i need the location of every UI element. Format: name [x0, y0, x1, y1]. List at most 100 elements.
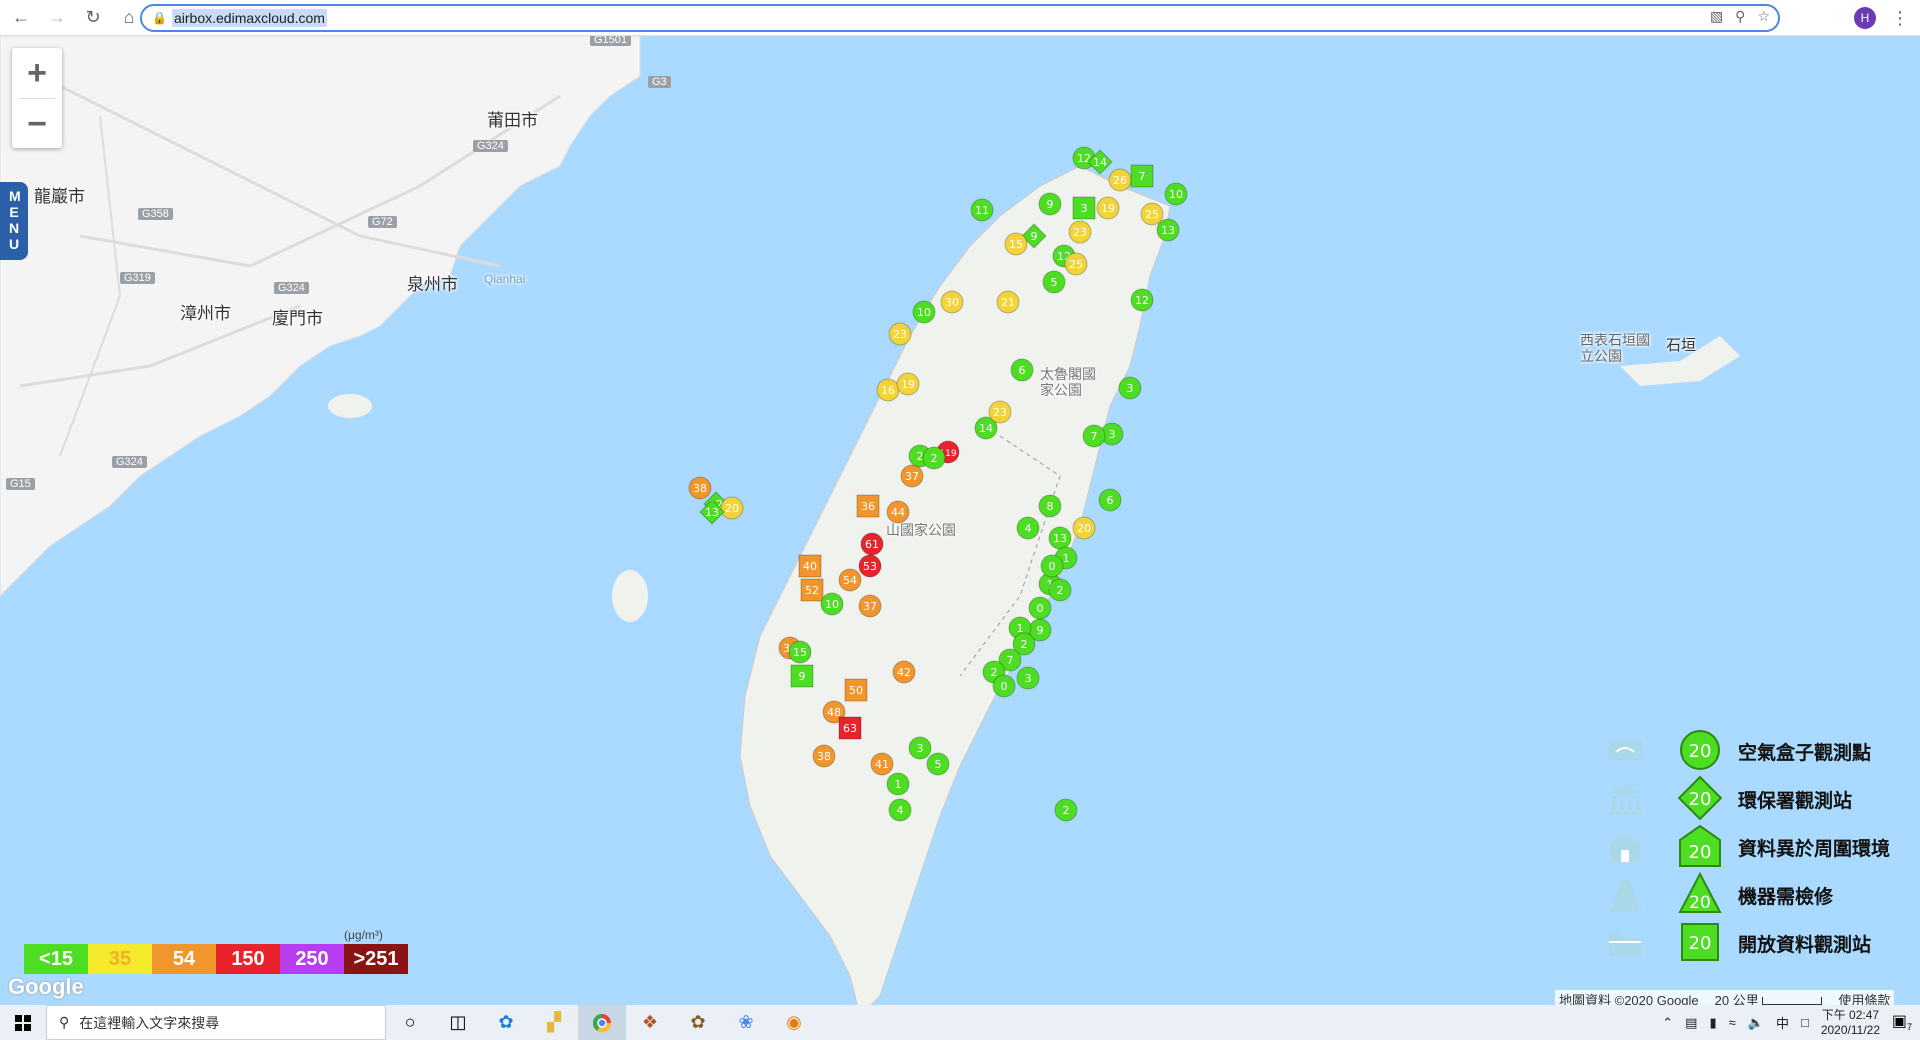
station-marker[interactable]: 6: [1009, 357, 1035, 383]
station-marker[interactable]: 8: [1037, 493, 1063, 519]
url-text[interactable]: airbox.edimaxcloud.com: [172, 9, 327, 27]
reload-icon[interactable]: ↻: [78, 3, 108, 33]
station-marker[interactable]: 7: [1081, 423, 1107, 449]
station-marker[interactable]: 7: [1129, 163, 1155, 189]
app-icon-1[interactable]: ❖: [626, 1005, 674, 1040]
station-marker-value: 23: [893, 328, 907, 341]
legend-circle-marker: 20: [1680, 730, 1720, 770]
station-marker[interactable]: 21: [995, 289, 1021, 315]
cortana-icon[interactable]: ○: [386, 1005, 434, 1040]
scale-distance-label: 20 公里: [1714, 993, 1759, 1005]
station-marker-value: 52: [805, 584, 819, 597]
station-marker[interactable]: 11: [969, 197, 995, 223]
map-canvas[interactable]: 莆田市 龍巖市 泉州市 Qianhai 漳州市 廈門市 太魯閣國家公園 山國家公…: [0, 36, 1920, 1005]
bookmark-star-icon[interactable]: ☆: [1757, 8, 1770, 25]
station-marker[interactable]: 0: [991, 673, 1017, 699]
station-marker[interactable]: 3: [1015, 665, 1041, 691]
network-icon[interactable]: ▤: [1685, 1015, 1697, 1031]
station-marker-value: 40: [803, 560, 817, 573]
task-view-icon[interactable]: ◫: [434, 1005, 482, 1040]
attribution-text[interactable]: 地圖資料 ©2020 Google: [1559, 990, 1699, 1005]
notification-center-icon[interactable]: ▣7: [1892, 1011, 1912, 1032]
station-marker-value: 23: [993, 406, 1007, 419]
station-marker[interactable]: 10: [819, 591, 845, 617]
station-marker[interactable]: 6: [1097, 487, 1123, 513]
legend-house-marker: 20: [1679, 824, 1721, 867]
back-icon[interactable]: ←: [6, 3, 36, 33]
station-marker-value: 10: [917, 306, 931, 319]
clock-time: 下午 02:47: [1821, 1007, 1880, 1022]
highway-shield: G15: [6, 478, 35, 490]
station-marker[interactable]: 40: [797, 553, 823, 579]
station-marker[interactable]: 15: [787, 639, 813, 665]
terms-link[interactable]: 使用條款: [1838, 990, 1890, 1005]
station-marker[interactable]: 30: [939, 289, 965, 315]
station-marker-value: 21: [1001, 296, 1015, 309]
label-zhangzhou: 漳州市: [180, 304, 231, 323]
station-marker[interactable]: 3: [1117, 375, 1143, 401]
station-marker[interactable]: 37: [857, 593, 883, 619]
station-marker-value: 23: [1073, 226, 1087, 239]
address-bar[interactable]: 🔒 airbox.edimaxcloud.com ▧ ⚲ ☆: [140, 4, 1780, 32]
clock-date: 2020/11/22: [1820, 1022, 1880, 1037]
station-marker[interactable]: 25: [1063, 251, 1089, 277]
station-marker[interactable]: 4: [887, 797, 913, 823]
clock[interactable]: 下午 02:47 2020/11/22: [1821, 1008, 1880, 1038]
station-marker[interactable]: 13: [699, 499, 725, 525]
scale-distance[interactable]: 20 公里: [1715, 990, 1823, 1005]
station-marker[interactable]: 2: [921, 445, 947, 471]
tray-chevron-icon[interactable]: ⌃: [1662, 1015, 1673, 1031]
station-marker[interactable]: 19: [1095, 195, 1121, 221]
station-marker[interactable]: 13: [1155, 217, 1181, 243]
forward-icon[interactable]: →: [42, 3, 72, 33]
station-marker[interactable]: 36: [855, 493, 881, 519]
station-marker[interactable]: 12: [1129, 287, 1155, 313]
station-marker[interactable]: 23: [1067, 219, 1093, 245]
station-marker[interactable]: 42: [891, 659, 917, 685]
volume-icon[interactable]: 🔈: [1748, 1015, 1764, 1031]
station-marker-value: 30: [945, 296, 959, 309]
windows-taskbar: ⚲ 在這裡輸入文字來搜尋 ○ ◫ ✿ ▞ ❖ ✿ ❀ ◉ ⌃ ▤ ▮ ≈ 🔈 中…: [0, 1005, 1920, 1040]
station-marker[interactable]: 15: [1003, 231, 1029, 257]
zoom-out-button[interactable]: −: [12, 99, 62, 149]
legend-marker-value: 20: [1689, 842, 1712, 863]
legend-triangle-marker: 20: [1678, 872, 1722, 913]
station-marker[interactable]: 19: [895, 371, 921, 397]
browser-menu-icon[interactable]: ⋮: [1890, 6, 1910, 30]
station-marker[interactable]: 54: [837, 567, 863, 593]
menu-tab[interactable]: MENU: [0, 182, 28, 260]
battery-icon[interactable]: ▮: [1709, 1015, 1716, 1031]
zoom-icon[interactable]: ⚲: [1735, 8, 1745, 25]
station-marker[interactable]: 10: [1163, 181, 1189, 207]
station-marker[interactable]: 10: [911, 299, 937, 325]
file-explorer-icon[interactable]: ▞: [530, 1005, 578, 1040]
station-marker[interactable]: 23: [987, 399, 1013, 425]
station-marker[interactable]: 1: [885, 771, 911, 797]
chrome-icon[interactable]: [578, 1005, 626, 1040]
app-icon-2[interactable]: ✿: [674, 1005, 722, 1040]
station-marker[interactable]: 9: [789, 663, 815, 689]
station-marker[interactable]: 3: [1071, 195, 1097, 221]
station-marker[interactable]: 63: [837, 715, 863, 741]
station-marker[interactable]: 2: [1053, 797, 1079, 823]
windows-start-icon[interactable]: [0, 1005, 46, 1040]
station-marker[interactable]: 23: [887, 321, 913, 347]
station-marker[interactable]: 0: [1039, 553, 1065, 579]
edge-icon[interactable]: ✿: [482, 1005, 530, 1040]
zoom-in-button[interactable]: +: [12, 48, 62, 98]
profile-avatar[interactable]: H: [1854, 7, 1876, 29]
station-marker[interactable]: 5: [925, 751, 951, 777]
app-icon-3[interactable]: ❀: [722, 1005, 770, 1040]
translate-icon[interactable]: ▧: [1710, 8, 1723, 25]
taskbar-search[interactable]: ⚲ 在這裡輸入文字來搜尋: [46, 1005, 386, 1040]
station-marker[interactable]: 9: [1037, 191, 1063, 217]
ime-indicator[interactable]: 中: [1776, 1013, 1789, 1032]
input-mode-icon[interactable]: □: [1801, 1015, 1809, 1030]
wifi-icon[interactable]: ≈: [1729, 1015, 1736, 1030]
station-marker[interactable]: 44: [885, 499, 911, 525]
station-marker[interactable]: 20: [1071, 515, 1097, 541]
blender-icon[interactable]: ◉: [770, 1005, 818, 1040]
kinmen-island: [328, 394, 372, 418]
government-building-icon: [1609, 784, 1641, 815]
station-marker[interactable]: 38: [811, 743, 837, 769]
